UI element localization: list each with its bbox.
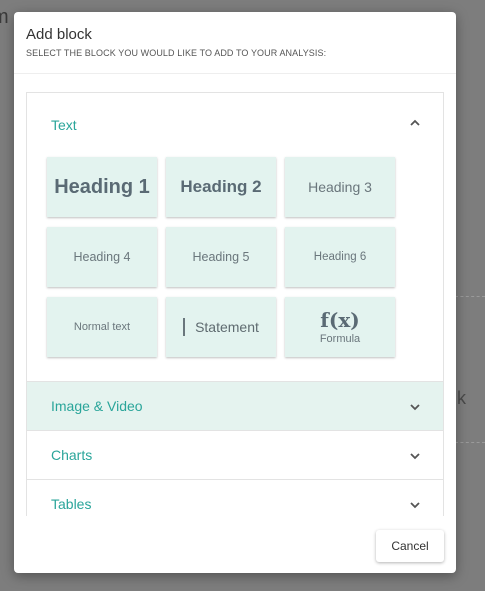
- background-title: m: [0, 6, 9, 28]
- tile-statement-label: Statement: [195, 319, 259, 335]
- tile-heading-1-label: Heading 1: [54, 175, 150, 198]
- tile-normal-text-label: Normal text: [73, 321, 131, 333]
- text-block-tiles: Heading 1 Heading 2 Heading 3 Heading 4 …: [27, 155, 443, 381]
- section-image-video-header[interactable]: Image & Video: [27, 382, 443, 430]
- tile-statement[interactable]: Statement: [166, 297, 276, 357]
- tile-heading-3-label: Heading 3: [308, 179, 372, 195]
- section-text-label: Text: [51, 117, 77, 133]
- section-tables-label: Tables: [51, 496, 92, 512]
- section-charts-label: Charts: [51, 447, 93, 463]
- dialog-header: Add block SELECT THE BLOCK YOU WOULD LIK…: [14, 12, 456, 74]
- section-tables: Tables: [27, 480, 443, 516]
- block-category-accordion: Text Heading 1 Heading 2 Heading 3 Headi…: [26, 92, 444, 516]
- dialog-footer: Cancel: [14, 516, 456, 573]
- tile-formula-label: Formula: [319, 333, 361, 345]
- dialog-title: Add block: [26, 26, 92, 43]
- chevron-down-icon[interactable]: [409, 450, 421, 462]
- tile-heading-5-label: Heading 5: [192, 250, 250, 264]
- tile-heading-5[interactable]: Heading 5: [166, 227, 276, 287]
- section-image-video-label: Image & Video: [51, 398, 143, 414]
- tile-heading-1[interactable]: Heading 1: [47, 157, 157, 217]
- section-text-header[interactable]: Text: [27, 93, 443, 155]
- tile-heading-4[interactable]: Heading 4: [47, 227, 157, 287]
- statement-bar-icon: [183, 318, 186, 336]
- tile-heading-6-label: Heading 6: [313, 251, 367, 263]
- chevron-down-icon[interactable]: [409, 499, 421, 511]
- chevron-up-icon[interactable]: [409, 117, 421, 129]
- background-divider: [455, 296, 485, 297]
- tile-normal-text[interactable]: Normal text: [47, 297, 157, 357]
- tile-heading-2[interactable]: Heading 2: [166, 157, 276, 217]
- formula-icon: f(x): [320, 308, 360, 332]
- tile-heading-6[interactable]: Heading 6: [285, 227, 395, 287]
- dialog-subtitle: SELECT THE BLOCK YOU WOULD LIKE TO ADD T…: [26, 48, 327, 58]
- cancel-button[interactable]: Cancel: [376, 530, 444, 562]
- background-text: k: [457, 388, 466, 408]
- background-divider: [455, 442, 485, 443]
- section-tables-header[interactable]: Tables: [27, 480, 443, 516]
- section-charts-header[interactable]: Charts: [27, 431, 443, 479]
- tile-formula[interactable]: f(x) Formula: [285, 297, 395, 357]
- tile-heading-3[interactable]: Heading 3: [285, 157, 395, 217]
- chevron-down-icon[interactable]: [409, 401, 421, 413]
- tile-heading-4-label: Heading 4: [73, 250, 131, 264]
- add-block-dialog: Add block SELECT THE BLOCK YOU WOULD LIK…: [14, 12, 456, 573]
- section-charts: Charts: [27, 431, 443, 480]
- tile-heading-2-label: Heading 2: [180, 177, 262, 196]
- section-image-video: Image & Video: [27, 382, 443, 431]
- section-text: Text Heading 1 Heading 2 Heading 3 Headi…: [27, 93, 443, 382]
